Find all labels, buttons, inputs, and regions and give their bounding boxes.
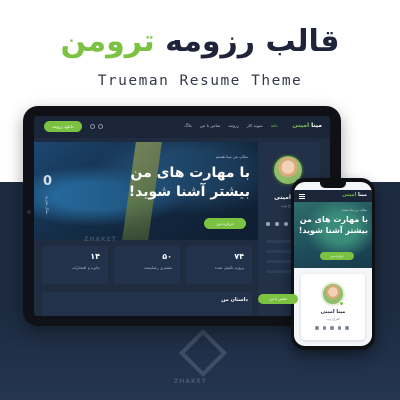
main-nav: خانه نمونه کار رزومه تماس با من بلاگ	[184, 123, 278, 128]
stat-label: جایزه و افتخارات	[71, 265, 100, 270]
nav-item-home[interactable]: خانه	[271, 123, 278, 128]
hero-greeting: سلام، من مینا هستم	[215, 154, 248, 159]
phone-hero-greeting: سلام، من مینا هستم	[341, 208, 367, 212]
telegram-icon[interactable]	[275, 222, 279, 226]
search-icon[interactable]	[90, 124, 95, 129]
brand-name: مینا	[311, 122, 322, 129]
phone-notch	[320, 182, 346, 188]
stat-number: ۱۴	[90, 252, 100, 261]
hero-title-line1: با مهارت های من	[130, 165, 251, 181]
nav-item-resume[interactable]: رزومه	[228, 123, 239, 128]
nav-item-contact[interactable]: تماس با من	[200, 123, 221, 128]
phone-about-me-button[interactable]: درباره من	[320, 252, 354, 260]
github-icon[interactable]	[337, 326, 341, 330]
twitter-icon[interactable]	[345, 326, 349, 330]
stat-card: ۱۴ جایزه و افتخارات	[42, 246, 108, 284]
brand-name: مینا	[357, 192, 367, 198]
headline-green: ترومن	[60, 24, 156, 59]
instagram-icon[interactable]	[266, 222, 270, 226]
phone-brand-logo[interactable]: مینا امینی	[342, 192, 367, 198]
phone-profile-card: مینا امینی طراح وب	[301, 274, 365, 340]
brand-logo[interactable]: مینا امینی	[292, 122, 322, 129]
phone-device: مینا امینی سلام، من مینا هستم با مهارت ه…	[291, 178, 375, 350]
watermark-text: ZHAKET	[174, 378, 207, 385]
phone-navbar: مینا امینی	[294, 190, 372, 202]
headline: قالب رزومه ترومن	[0, 22, 400, 62]
phone-screen: مینا امینی سلام، من مینا هستم با مهارت ه…	[294, 182, 372, 346]
story-heading: داستان من	[221, 297, 248, 303]
phone-hero-title: با مهارت های من بیشتر آشنا شوید!	[298, 214, 368, 236]
watermark-text: ZHAKET	[84, 236, 117, 243]
nav-item-portfolio[interactable]: نمونه کار	[247, 123, 263, 128]
linkedin-icon[interactable]	[284, 222, 288, 226]
online-status-icon	[339, 301, 344, 306]
hero-title-line2: بیشتر آشنا شوید!	[128, 184, 250, 200]
stat-label: پروژه تکمیل شده	[214, 265, 244, 270]
phone-profile-role: طراح وب	[326, 317, 340, 321]
experience-label: سال تجربه	[45, 196, 50, 214]
hero-title: با مهارت های من بیشتر آشنا شوید!	[80, 164, 250, 202]
nav-item-blog[interactable]: بلاگ	[184, 123, 191, 128]
brand-highlight: امینی	[292, 122, 310, 129]
phone-social-links	[315, 326, 349, 330]
subtitle: Trueman Resume Theme	[97, 73, 303, 89]
stat-number: ۷۴	[234, 252, 244, 261]
headline-dark: قالب رزومه	[165, 24, 340, 59]
phone-hero-title-line2: بیشتر آشنا شوید!	[298, 226, 368, 235]
telegram-icon[interactable]	[322, 326, 326, 330]
brand-highlight: امینی	[342, 192, 357, 198]
instagram-icon[interactable]	[315, 326, 319, 330]
tablet-screen: مینا امینی خانه نمونه کار رزومه تماس با …	[34, 116, 330, 316]
phone-hero-title-line1: با مهارت های من	[299, 215, 368, 224]
contact-me-button[interactable]: تماس با من	[258, 294, 298, 304]
story-section	[42, 292, 252, 316]
experience-number: 0	[43, 174, 53, 189]
stats-row: ۱۴ جایزه و افتخارات ۵۰ مشتری رضایتمند ۷۴…	[42, 246, 252, 284]
download-resume-button[interactable]: دانلود رزومه	[44, 121, 82, 132]
camera-icon	[27, 210, 31, 214]
hero-section: سلام، من مینا هستم با مهارت های من بیشتر…	[34, 142, 258, 240]
linkedin-icon[interactable]	[330, 326, 334, 330]
moon-icon[interactable]	[98, 124, 103, 129]
hamburger-menu-icon[interactable]	[299, 194, 305, 195]
stat-card: ۵۰ مشتری رضایتمند	[114, 246, 180, 284]
stat-card: ۷۴ پروژه تکمیل شده	[186, 246, 252, 284]
top-navbar: مینا امینی خانه نمونه کار رزومه تماس با …	[34, 116, 330, 138]
phone-hero-section: سلام، من مینا هستم با مهارت های من بیشتر…	[294, 202, 372, 268]
stat-label: مشتری رضایتمند	[143, 265, 172, 270]
phone-profile-name: مینا امینی	[320, 309, 346, 315]
stat-number: ۵۰	[162, 252, 172, 261]
about-me-button[interactable]: درباره من	[204, 218, 246, 229]
